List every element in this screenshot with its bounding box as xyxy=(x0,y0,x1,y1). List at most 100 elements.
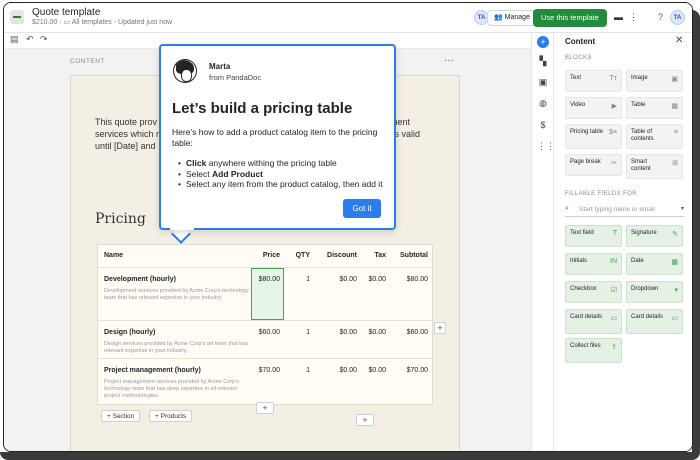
block-video[interactable]: Video ▶ xyxy=(565,97,622,119)
undo-icon[interactable]: ↶ xyxy=(26,34,34,45)
item-description[interactable]: Design services provided by Acme Corp's … xyxy=(104,341,254,355)
table-row[interactable]: Project management (hourly) Project mana… xyxy=(98,358,432,404)
item-price[interactable]: $80.00 xyxy=(248,276,280,283)
block-table-of-contents[interactable]: Table of contents ≡ xyxy=(626,124,683,149)
item-discount[interactable]: $0.00 xyxy=(313,367,357,374)
item-description[interactable]: Project management services provided by … xyxy=(104,379,254,400)
close-icon[interactable]: ✕ xyxy=(675,35,683,46)
item-subtotal: $60.00 xyxy=(406,329,428,336)
item-price[interactable]: $60.00 xyxy=(248,329,280,336)
field-checkbox[interactable]: Checkbox ☑ xyxy=(565,281,622,303)
add-block-button[interactable]: + xyxy=(356,414,374,426)
got-it-button[interactable]: Got it xyxy=(343,199,381,218)
smart-content-icon: ⊞ xyxy=(672,160,678,167)
text-field-icon: T xyxy=(612,230,617,237)
item-price[interactable]: $70.00 xyxy=(248,367,280,374)
add-content-icon[interactable]: + xyxy=(537,36,549,48)
step-item: Click anywhere withing the pricing table xyxy=(178,158,388,169)
user-avatar[interactable]: TA xyxy=(670,10,685,25)
document-title[interactable]: Quote template xyxy=(32,7,100,18)
field-card-details[interactable]: Card details ▭ xyxy=(565,309,622,334)
users-icon: 👥 xyxy=(494,14,503,21)
item-tax[interactable]: $0.00 xyxy=(360,329,386,336)
breadcrumb-all-templates[interactable]: All templates xyxy=(72,19,112,26)
col-discount: Discount xyxy=(327,252,357,259)
marta-avatar-icon xyxy=(173,59,197,83)
add-column-button[interactable]: + xyxy=(434,322,446,334)
pricing-table[interactable]: Name Price QTY Discount Tax Subtotal Dev… xyxy=(97,244,433,405)
manage-label: Manage xyxy=(504,14,530,21)
save-status: Updated just now xyxy=(118,19,173,26)
block-smart-content[interactable]: Smart content ⊞ xyxy=(626,154,683,179)
pricing-icon[interactable]: $ xyxy=(537,119,549,131)
more-options-icon[interactable]: ··· xyxy=(444,55,454,66)
pages-icon[interactable]: ▤ xyxy=(10,34,19,45)
table-icon: ▦ xyxy=(671,103,678,110)
add-row-button[interactable]: + xyxy=(256,402,274,414)
use-template-button[interactable]: Use this template xyxy=(533,9,607,27)
item-name[interactable]: Project management (hourly) xyxy=(104,367,201,374)
field-dropdown[interactable]: Dropdown ▾ xyxy=(626,281,683,303)
item-description[interactable]: Development services provided by Acme Co… xyxy=(104,288,254,302)
blocks-icon[interactable]: ▚ xyxy=(537,55,549,67)
field-date[interactable]: Date ▦ xyxy=(626,253,683,275)
search-icon: ⌕ xyxy=(565,205,569,212)
help-icon[interactable]: ? xyxy=(654,11,667,24)
chat-icon[interactable]: ▬ xyxy=(612,11,625,24)
upload-icon: ⇪ xyxy=(611,344,617,351)
template-logo-icon xyxy=(10,10,24,24)
table-header-row: Name Price QTY Discount Tax Subtotal xyxy=(98,245,432,267)
table-row[interactable]: Development (hourly) Development service… xyxy=(98,267,432,320)
block-page-break[interactable]: Page break ✂ xyxy=(565,154,622,176)
table-row[interactable]: Design (hourly) Design services provided… xyxy=(98,320,432,358)
block-image[interactable]: Image ▣ xyxy=(626,70,683,92)
add-section-button[interactable]: + Section xyxy=(101,410,141,422)
col-subtotal: Subtotal xyxy=(400,252,428,259)
item-qty[interactable]: 1 xyxy=(286,329,310,336)
more-options-icon[interactable]: ⋮ xyxy=(627,11,640,24)
field-collect-files[interactable]: Collect files ⇪ xyxy=(565,338,622,363)
right-rail: + ▚ ▣ ◍ $ ⋮⋮ xyxy=(531,33,555,451)
intro-text-left-1: This quote prov xyxy=(95,117,158,127)
folder-icon: ▭ xyxy=(63,19,71,26)
pricing-heading[interactable]: Pricing xyxy=(95,211,146,227)
document-subtitle: $210.00 · ▭ All templates - Updated just… xyxy=(32,18,172,26)
field-initials[interactable]: Initials IN xyxy=(565,253,622,275)
field-card-details-2[interactable]: Card details ▭ xyxy=(626,309,683,334)
field-signature[interactable]: Signature ✎ xyxy=(626,225,683,247)
step-item: Select any item from the product catalog… xyxy=(178,179,388,190)
popover-description: Here’s how to add a product catalog item… xyxy=(172,127,378,148)
item-subtotal: $80.00 xyxy=(406,276,428,283)
add-products-label: Products xyxy=(160,413,187,420)
block-text[interactable]: Text Tт xyxy=(565,70,622,92)
block-pricing-table[interactable]: Pricing table $≡ xyxy=(565,124,622,149)
add-products-button[interactable]: + Products xyxy=(149,410,193,422)
chevron-down-icon[interactable]: ▾ xyxy=(681,205,684,212)
manage-button[interactable]: 👥 Manage xyxy=(487,10,537,26)
table-of-contents-icon: ≡ xyxy=(673,129,678,136)
pricing-table-icon: $≡ xyxy=(609,129,617,136)
item-qty[interactable]: 1 xyxy=(286,367,310,374)
field-text[interactable]: Text field T xyxy=(565,225,622,247)
recipient-search-input[interactable]: ⌕ Start typing name or email ▾ xyxy=(565,203,684,217)
item-name[interactable]: Design (hourly) xyxy=(104,329,155,336)
image-icon: ▣ xyxy=(671,76,678,83)
content-panel: Content ✕ BLOCKS Text Tт Image ▣ Video ▶ Ta… xyxy=(554,33,692,451)
item-discount[interactable]: $0.00 xyxy=(313,329,357,336)
item-discount[interactable]: $0.00 xyxy=(313,276,357,283)
block-table[interactable]: Table ▦ xyxy=(626,97,683,119)
item-name[interactable]: Development (hourly) xyxy=(104,276,176,283)
item-tax[interactable]: $0.00 xyxy=(360,367,386,374)
col-tax: Tax xyxy=(374,252,386,259)
document-price: $210.00 xyxy=(32,19,58,26)
item-tax[interactable]: $0.00 xyxy=(360,276,386,283)
card-icon: ▭ xyxy=(671,315,678,322)
redo-icon[interactable]: ↷ xyxy=(40,34,48,45)
design-palette-icon[interactable]: ◍ xyxy=(537,97,549,109)
apps-grid-icon[interactable]: ⋮⋮ xyxy=(537,140,555,152)
media-icon[interactable]: ▣ xyxy=(537,76,549,88)
popover-title: Let’s build a pricing table xyxy=(172,100,353,117)
step-item: Select Add Product xyxy=(178,169,388,180)
dropdown-icon: ▾ xyxy=(674,287,678,294)
item-qty[interactable]: 1 xyxy=(286,276,310,283)
